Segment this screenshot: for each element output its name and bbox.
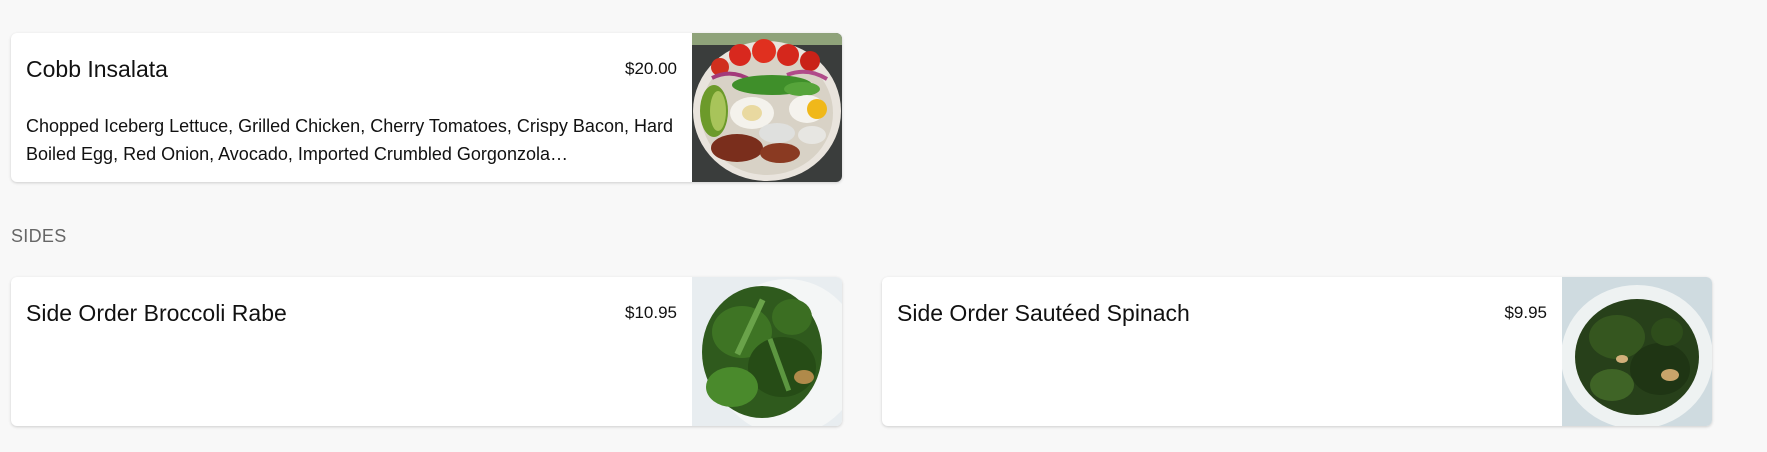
menu-item-price: $9.95 — [1504, 303, 1547, 322]
sauteed-spinach-image — [1562, 277, 1712, 426]
menu-item-card-sauteed-spinach[interactable]: Side Order Sautéed Spinach $9.95 — [882, 277, 1712, 426]
menu-item-name: Cobb Insalata — [26, 56, 168, 82]
menu-item-card-broccoli-rabe[interactable]: Side Order Broccoli Rabe $10.95 — [11, 277, 842, 426]
menu-item-price: $20.00 — [625, 59, 677, 78]
section-heading-sides: SIDES — [11, 226, 67, 246]
menu-item-card-cobb-insalata[interactable]: Cobb Insalata $20.00 Chopped Iceberg Let… — [11, 33, 842, 182]
broccoli-rabe-photo — [692, 277, 842, 426]
menu-item-name: Side Order Broccoli Rabe — [26, 300, 287, 326]
menu-item-price: $10.95 — [625, 303, 677, 322]
menu-item-text-area: Side Order Sautéed Spinach $9.95 — [882, 277, 1562, 426]
sauteed-spinach-photo — [1562, 277, 1712, 426]
cobb-salad-photo — [692, 33, 842, 182]
menu-item-text-area: Cobb Insalata $20.00 Chopped Iceberg Let… — [11, 33, 692, 182]
menu-item-description: Chopped Iceberg Lettuce, Grilled Chicken… — [26, 116, 673, 164]
broccoli-rabe-image — [692, 277, 842, 426]
cobb-salad-image — [692, 33, 842, 182]
menu-item-name: Side Order Sautéed Spinach — [897, 300, 1190, 326]
menu-item-text-area: Side Order Broccoli Rabe $10.95 — [11, 277, 692, 426]
